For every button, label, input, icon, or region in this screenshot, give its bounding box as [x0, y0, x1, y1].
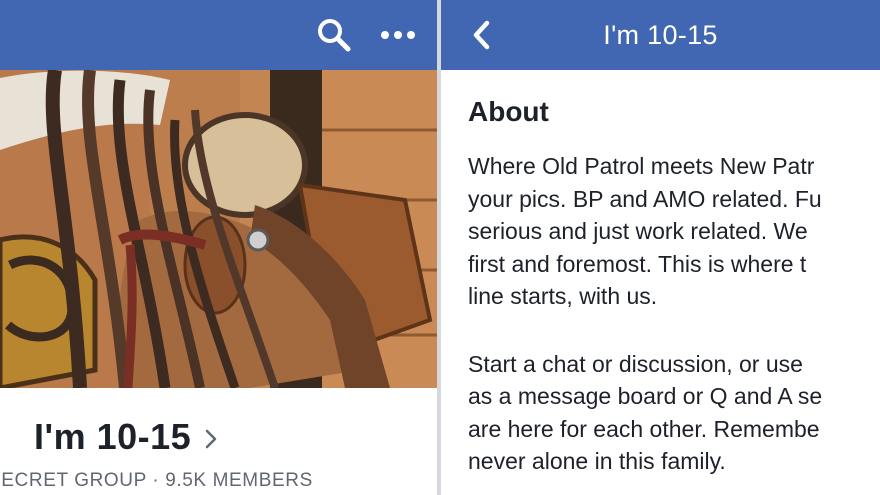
page-title: I'm 10-15 [603, 20, 718, 50]
about-description-2: Start a chat or discussion, or use as a … [468, 348, 880, 478]
about-section: About Where Old Patrol meets New Patr yo… [468, 96, 880, 478]
about-description-1: Where Old Patrol meets New Patr your pic… [468, 150, 880, 313]
saddle-photo [0, 70, 437, 388]
description-line: never alone in this family. [468, 448, 726, 474]
group-panel: I'm 10-15 SECRET GROUP · 9.5K MEMBERS [0, 0, 437, 495]
group-name[interactable]: I'm 10-15 [34, 416, 191, 458]
group-navbar [0, 0, 437, 70]
back-arrow-icon [473, 20, 490, 50]
search-button[interactable] [310, 0, 358, 70]
description-line: your pics. BP and AMO related. Fu [468, 185, 822, 212]
group-meta: SECRET GROUP · 9.5K MEMBERS [0, 470, 313, 491]
description-line: Start a chat or discussion, or use [468, 350, 803, 377]
description-line: line starts, with us. [468, 283, 658, 309]
group-info: I'm 10-15 SECRET GROUP · 9.5K MEMBERS [0, 388, 437, 495]
more-options-button[interactable] [372, 0, 424, 70]
about-navbar: I'm 10-15 [441, 0, 880, 70]
back-button[interactable] [461, 0, 501, 70]
about-panel: I'm 10-15 About Where Old Patrol meets N… [441, 0, 880, 495]
search-icon [318, 19, 351, 52]
description-line: Where Old Patrol meets New Patr [468, 153, 815, 179]
chevron-right-icon [205, 429, 217, 449]
about-heading: About [468, 96, 549, 127]
description-line: as a message board or Q and A se [468, 383, 823, 409]
description-line: first and foremost. This is where t [468, 250, 807, 277]
description-line: are here for each other. Remembe [468, 415, 820, 442]
description-line: serious and just work related. We [468, 218, 808, 244]
group-name-link[interactable]: I'm 10-15 [34, 416, 217, 458]
group-cover-photo[interactable] [0, 70, 437, 388]
more-options-icon [381, 31, 415, 39]
